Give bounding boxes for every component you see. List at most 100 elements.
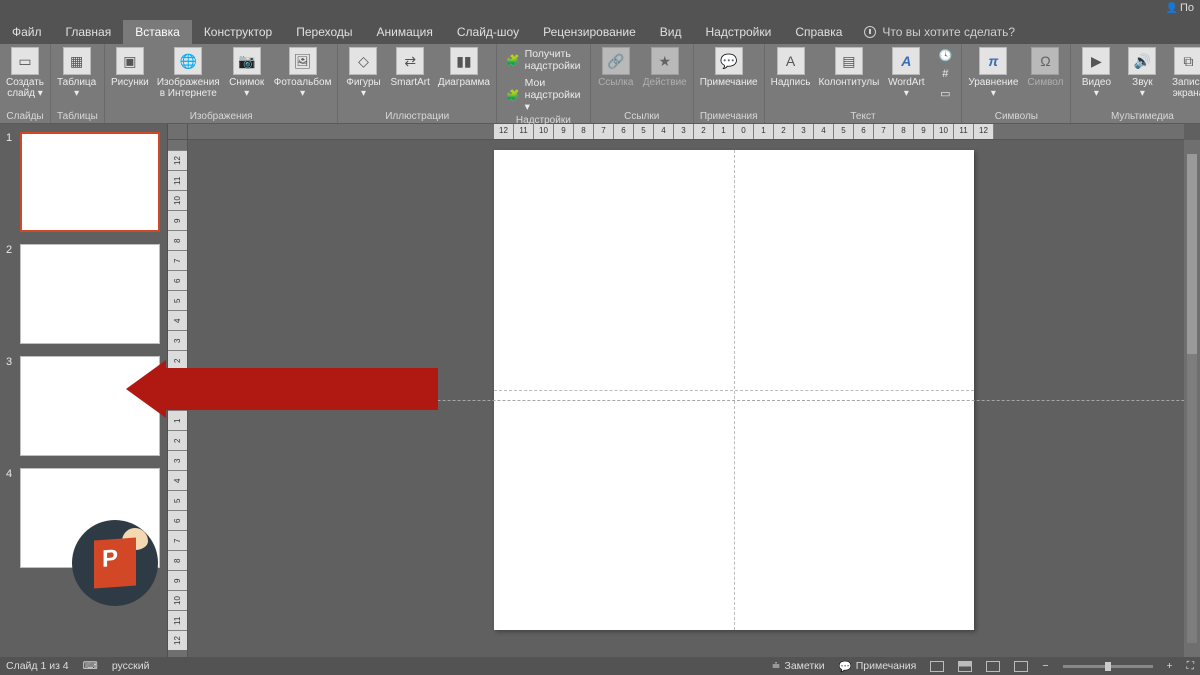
thumb-row[interactable]: 1 <box>6 132 161 232</box>
equation-button[interactable]: πУравнение ▾ <box>968 47 1018 99</box>
notes-button[interactable]: ≐ Заметки <box>772 660 825 672</box>
group-links: 🔗Ссылка ★Действие Ссылки <box>591 44 694 123</box>
tab-рецензирование[interactable]: Рецензирование <box>531 20 648 44</box>
annotation-arrow <box>126 360 438 418</box>
link-icon: 🔗 <box>602 47 630 75</box>
comment-icon: 💬 <box>715 47 743 75</box>
group-tables-label: Таблицы <box>57 110 98 122</box>
audio-icon: 🔊 <box>1128 47 1156 75</box>
view-normal-button[interactable] <box>930 661 944 672</box>
screenshot-button[interactable]: 📷Снимок ▾ <box>228 47 266 99</box>
group-addins: 🧩Получить надстройки 🧩Мои надстройки ▾ Н… <box>497 44 591 123</box>
group-links-label: Ссылки <box>597 110 687 122</box>
wordart-icon: A <box>892 47 920 75</box>
header-footer-button[interactable]: ▤Колонтитулы <box>818 47 879 88</box>
action-button: ★Действие <box>643 47 687 88</box>
tab-вид[interactable]: Вид <box>648 20 694 44</box>
smartart-button[interactable]: ⇄SmartArt <box>390 47 429 88</box>
thumb-row[interactable]: 2 <box>6 244 161 344</box>
ruler-horizontal[interactable]: 1211109876543210123456789101112 <box>188 124 1184 140</box>
date-time-button[interactable]: 🕓 <box>935 47 955 63</box>
group-symbols: πУравнение ▾ ΩСимвол Символы <box>962 44 1071 123</box>
group-media: ▶Видео ▾ 🔊Звук ▾ ⧉Запись экрана Мультиме… <box>1071 44 1200 123</box>
zoom-slider[interactable] <box>1063 665 1153 668</box>
account-label[interactable]: По <box>1166 2 1194 14</box>
tab-анимация[interactable]: Анимация <box>365 20 445 44</box>
status-language[interactable]: русский <box>112 660 150 672</box>
new-slide-icon: ▭ <box>11 47 39 75</box>
view-slideshow-button[interactable] <box>1014 661 1028 672</box>
tab-справка[interactable]: Справка <box>783 20 854 44</box>
statusbar: Слайд 1 из 4 ⌨ русский ≐ Заметки 💬 Приме… <box>0 657 1200 675</box>
table-button[interactable]: ▦Таблица ▾ <box>57 47 96 99</box>
group-comments-label: Примечания <box>700 110 758 122</box>
scrollbar-vertical[interactable] <box>1184 140 1200 657</box>
number-icon: # <box>938 67 952 81</box>
slide-canvas[interactable] <box>494 150 974 630</box>
album-icon: 🖼 <box>289 47 317 75</box>
video-icon: ▶ <box>1082 47 1110 75</box>
photo-album-button[interactable]: 🖼Фотоальбом ▾ <box>274 47 332 99</box>
online-pictures-button[interactable]: 🌐Изображения в Интернете <box>157 47 220 99</box>
comments-button[interactable]: 💬 Примечания <box>839 660 917 673</box>
spellcheck-icon[interactable]: ⌨ <box>83 660 98 672</box>
zoom-in-button[interactable]: + <box>1167 660 1173 672</box>
comment-button[interactable]: 💬Примечание <box>700 47 758 88</box>
slide-number-button[interactable]: # <box>935 66 955 82</box>
smartart-icon: ⇄ <box>396 47 424 75</box>
group-symbols-label: Символы <box>968 110 1064 122</box>
store-icon: 🧩 <box>506 53 520 67</box>
thumb-number: 3 <box>6 356 16 456</box>
symbol-button: ΩСимвол <box>1026 47 1064 88</box>
equation-icon: π <box>979 47 1007 75</box>
video-button[interactable]: ▶Видео ▾ <box>1077 47 1115 99</box>
textbox-button[interactable]: AНадпись <box>771 47 811 88</box>
object-button[interactable]: ▭ <box>935 85 955 101</box>
my-addins-button[interactable]: 🧩Мои надстройки ▾ <box>503 76 584 114</box>
date-icon: 🕓 <box>938 48 952 62</box>
annotation-logo <box>72 520 158 606</box>
status-slide: Слайд 1 из 4 <box>6 660 69 672</box>
link-button: 🔗Ссылка <box>597 47 635 88</box>
tab-переходы[interactable]: Переходы <box>284 20 364 44</box>
tab-конструктор[interactable]: Конструктор <box>192 20 284 44</box>
guide-horizontal <box>494 390 974 391</box>
tab-надстройки[interactable]: Надстройки <box>693 20 783 44</box>
tab-вставка[interactable]: Вставка <box>123 20 192 44</box>
pictures-button[interactable]: ▣Рисунки <box>111 47 149 88</box>
wordart-button[interactable]: AWordArt ▾ <box>887 47 925 99</box>
thumb-slide[interactable] <box>20 244 160 344</box>
scrollbar-thumb[interactable] <box>1187 154 1197 354</box>
ribbon: ▭Создать слайд ▾ Слайды ▦Таблица ▾ Табли… <box>0 44 1200 124</box>
get-addins-button[interactable]: 🧩Получить надстройки <box>503 47 584 73</box>
zoom-out-button[interactable]: − <box>1042 660 1048 672</box>
thumb-number: 2 <box>6 244 16 344</box>
addins-icon: 🧩 <box>506 88 520 102</box>
screen-record-button[interactable]: ⧉Запись экрана <box>1169 47 1200 99</box>
screenshot-icon: 📷 <box>233 47 261 75</box>
tab-слайд-шоу[interactable]: Слайд-шоу <box>445 20 531 44</box>
new-slide-button[interactable]: ▭Создать слайд ▾ <box>6 47 44 99</box>
shapes-button[interactable]: ◇Фигуры ▾ <box>344 47 382 99</box>
view-sorter-button[interactable] <box>958 661 972 672</box>
pictures-icon: ▣ <box>116 47 144 75</box>
tell-me[interactable]: Что вы хотите сделать? <box>864 25 1015 39</box>
group-illustrations: ◇Фигуры ▾ ⇄SmartArt ▮▮Диаграмма Иллюстра… <box>338 44 496 123</box>
chart-button[interactable]: ▮▮Диаграмма <box>438 47 490 88</box>
thumb-slide[interactable] <box>20 132 160 232</box>
group-images-label: Изображения <box>111 110 332 122</box>
group-media-label: Мультимедиа <box>1077 110 1200 122</box>
group-comments: 💬Примечание Примечания <box>694 44 765 123</box>
menubar: ФайлГлавнаяВставкаКонструкторПереходыАни… <box>0 20 1200 44</box>
tab-файл[interactable]: Файл <box>0 20 54 44</box>
zoom-knob[interactable] <box>1105 662 1111 671</box>
powerpoint-icon <box>94 538 136 589</box>
shapes-icon: ◇ <box>349 47 377 75</box>
view-reading-button[interactable] <box>986 661 1000 672</box>
group-text: AНадпись ▤Колонтитулы AWordArt ▾ 🕓 # ▭ Т… <box>765 44 963 123</box>
group-slides: ▭Создать слайд ▾ Слайды <box>0 44 51 123</box>
audio-button[interactable]: 🔊Звук ▾ <box>1123 47 1161 99</box>
fit-to-window-button[interactable]: ⛶ <box>1187 660 1194 673</box>
tab-главная[interactable]: Главная <box>54 20 124 44</box>
ruler-corner <box>168 124 188 140</box>
